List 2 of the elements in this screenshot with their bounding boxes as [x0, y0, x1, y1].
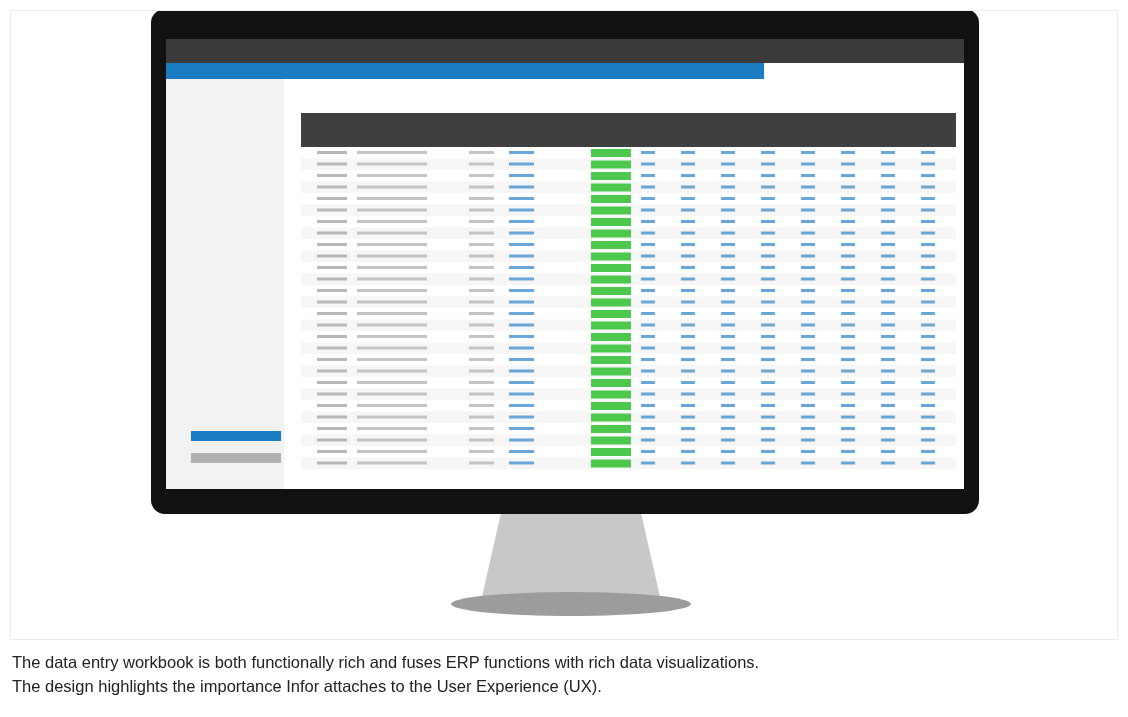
caption-text: The data entry workbook is both functionally rich and fuses ERP functions with rich data visualizations. — [12, 652, 761, 673]
caption-text: The design highlights the importance Infor attaches to the User Experience (UX). — [12, 676, 603, 697]
